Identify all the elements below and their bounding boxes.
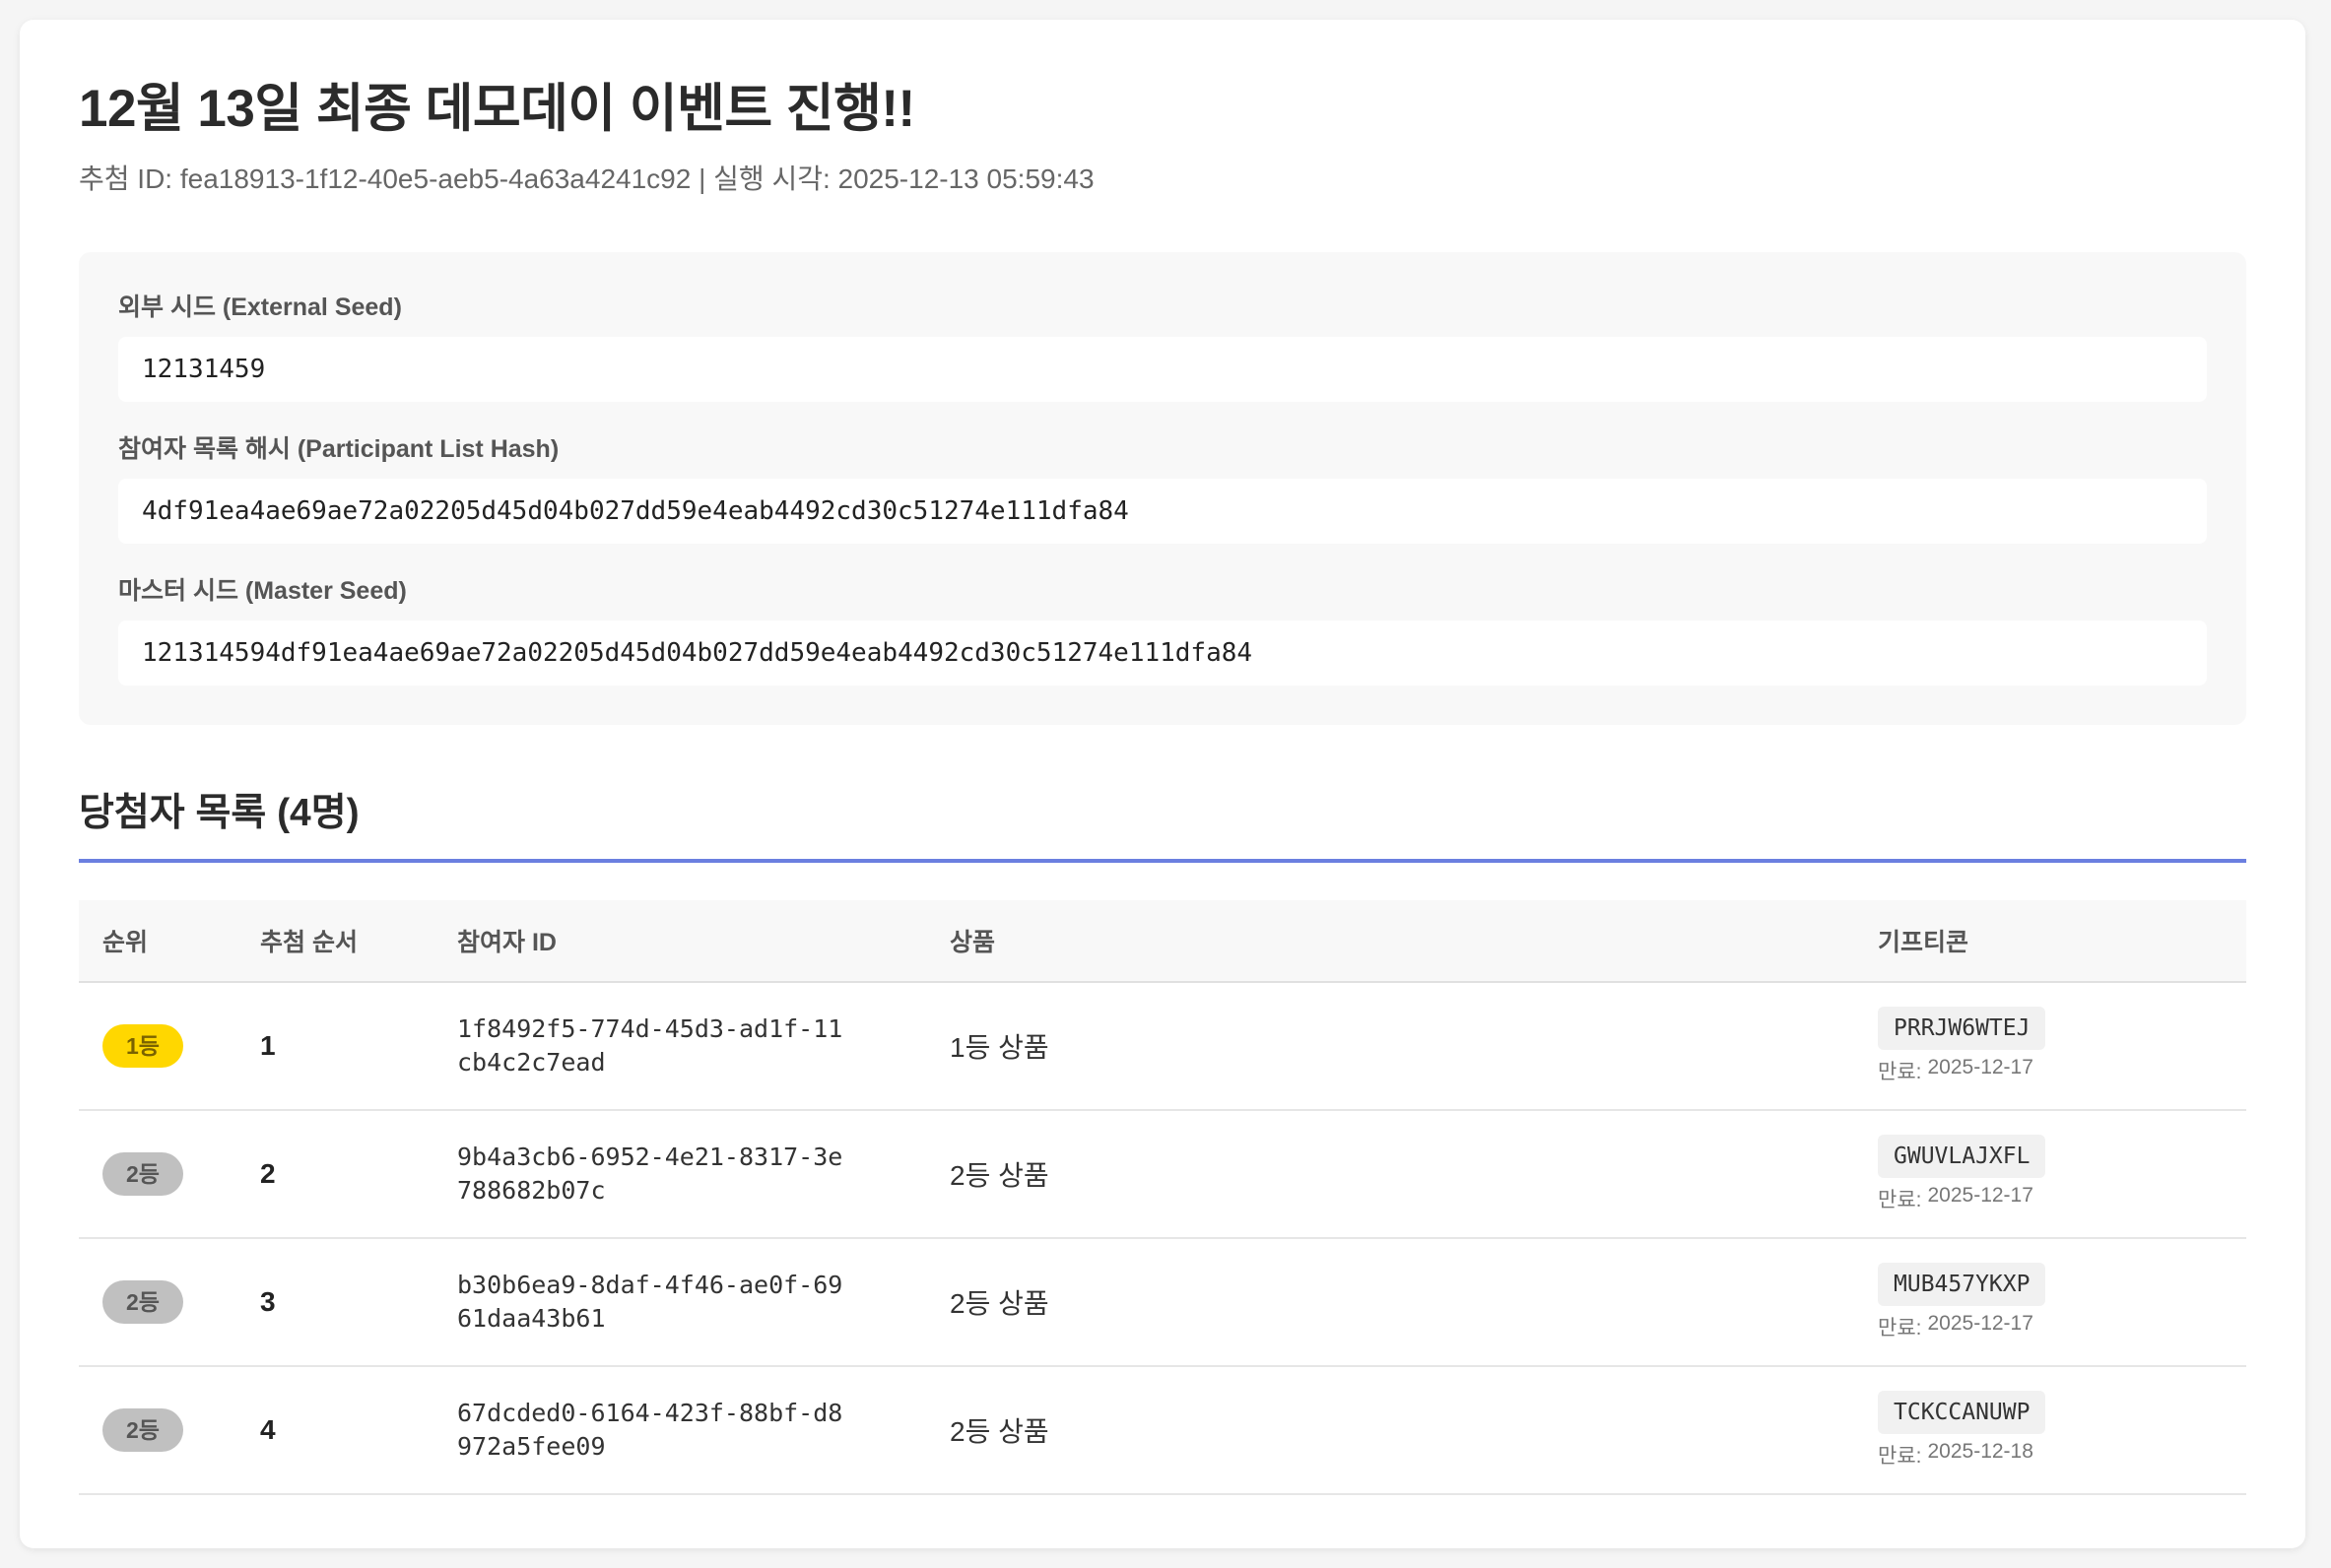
- participant-id: b30b6ea9-8daf-4f46-ae0f-6961daa43b61: [457, 1270, 843, 1333]
- prize-cell: 2등 상품: [926, 1365, 1854, 1495]
- header-order: 추첨 순서: [236, 899, 433, 983]
- rank-cell: 2등: [79, 1237, 236, 1367]
- rank-cell: 2등: [79, 1109, 236, 1239]
- gifticon-expiry: 만료: 2025-12-17: [1878, 1184, 2223, 1213]
- participant-id-cell: 9b4a3cb6-6952-4e21-8317-3e788682b07c: [433, 1109, 926, 1239]
- participant-id-cell: 67dcded0-6164-423f-88bf-d8972a5fee09: [433, 1365, 926, 1495]
- rank-badge: 2등: [102, 1279, 183, 1324]
- draw-order: 4: [260, 1413, 276, 1445]
- expiry-label: 만료:: [1878, 1188, 1922, 1211]
- rank-cell: 1등: [79, 981, 236, 1111]
- gifticon-code: MUB457YKXP: [1878, 1262, 2046, 1306]
- draw-order: 1: [260, 1029, 276, 1061]
- gifticon-cell: MUB457YKXP 만료: 2025-12-17: [1854, 1237, 2246, 1367]
- header-gifticon: 기프티콘: [1854, 899, 2246, 983]
- header-prize: 상품: [926, 899, 1854, 983]
- expiry-label: 만료:: [1878, 1060, 1922, 1083]
- gifticon-cell: PRRJW6WTEJ 만료: 2025-12-17: [1854, 981, 2246, 1111]
- page-title: 12월 13일 최종 데모데이 이벤트 진행!!: [79, 80, 915, 138]
- expiry-label: 만료:: [1878, 1316, 1922, 1339]
- gifticon-expiry: 만료: 2025-12-17: [1878, 1056, 2223, 1085]
- order-cell: 4: [236, 1365, 433, 1495]
- gifticon-cell: TCKCCANUWP 만료: 2025-12-18: [1854, 1365, 2246, 1495]
- draw-meta: 추첨 ID: fea18913-1f12-40e5-aeb5-4a63a4241…: [79, 162, 2246, 197]
- expiry-date: 2025-12-17: [1927, 1055, 2033, 1078]
- expiry-date: 2025-12-17: [1927, 1311, 2033, 1335]
- order-cell: 3: [236, 1237, 433, 1367]
- external-seed-value: 12131459: [118, 336, 2207, 402]
- prize-cell: 2등 상품: [926, 1237, 1854, 1367]
- header-participant-id: 참여자 ID: [433, 899, 926, 983]
- draw-order: 3: [260, 1285, 276, 1317]
- participant-hash-label: 참여자 목록 해시 (Participant List Hash): [118, 434, 560, 463]
- order-cell: 1: [236, 981, 433, 1111]
- table-row: 2등 2 9b4a3cb6-6952-4e21-8317-3e788682b07…: [79, 1109, 2246, 1239]
- table-row: 1등 1 1f8492f5-774d-45d3-ad1f-11cb4c2c7ea…: [79, 981, 2246, 1111]
- rank-badge: 2등: [102, 1407, 183, 1452]
- winners-title: 당첨자 목록 (4명): [79, 782, 2246, 863]
- participant-hash-value: 4df91ea4ae69ae72a02205d45d04b027dd59e4ea…: [118, 478, 2207, 544]
- draw-order: 2: [260, 1157, 276, 1189]
- seed-panel: 외부 시드 (External Seed) 12131459 참여자 목록 해시…: [79, 251, 2246, 725]
- prize-cell: 2등 상품: [926, 1109, 1854, 1239]
- external-seed-label: 외부 시드 (External Seed): [118, 293, 402, 321]
- participant-id-cell: b30b6ea9-8daf-4f46-ae0f-6961daa43b61: [433, 1237, 926, 1367]
- master-seed-label: 마스터 시드 (Master Seed): [118, 576, 407, 605]
- gifticon-expiry: 만료: 2025-12-17: [1878, 1312, 2223, 1341]
- expiry-label: 만료:: [1878, 1444, 1922, 1468]
- gifticon-code: TCKCCANUWP: [1878, 1390, 2046, 1434]
- table-row: 2등 3 b30b6ea9-8daf-4f46-ae0f-6961daa43b6…: [79, 1237, 2246, 1367]
- gifticon-cell: GWUVLAJXFL 만료: 2025-12-17: [1854, 1109, 2246, 1239]
- gifticon-code: PRRJW6WTEJ: [1878, 1006, 2046, 1050]
- header-rank: 순위: [79, 899, 236, 983]
- table-header-row: 순위 추첨 순서 참여자 ID 상품 기프티콘: [79, 899, 2246, 983]
- order-cell: 2: [236, 1109, 433, 1239]
- gifticon-code: GWUVLAJXFL: [1878, 1134, 2046, 1178]
- expiry-date: 2025-12-17: [1927, 1183, 2033, 1207]
- draw-meta-text: 추첨 ID: fea18913-1f12-40e5-aeb5-4a63a4241…: [79, 163, 1095, 195]
- rank-badge: 2등: [102, 1151, 183, 1196]
- prize-cell: 1등 상품: [926, 981, 1854, 1111]
- master-seed-value: 121314594df91ea4ae69ae72a02205d45d04b027…: [118, 620, 2207, 686]
- gifticon-expiry: 만료: 2025-12-18: [1878, 1440, 2223, 1470]
- participant-id-cell: 1f8492f5-774d-45d3-ad1f-11cb4c2c7ead: [433, 981, 926, 1111]
- participant-id: 1f8492f5-774d-45d3-ad1f-11cb4c2c7ead: [457, 1013, 843, 1077]
- winners-table: 순위 추첨 순서 참여자 ID 상품 기프티콘 1등 1 1f8492f5-77…: [79, 899, 2246, 1495]
- expiry-date: 2025-12-18: [1927, 1439, 2033, 1463]
- participant-id: 9b4a3cb6-6952-4e21-8317-3e788682b07c: [457, 1142, 843, 1205]
- draw-result-card: 12월 13일 최종 데모데이 이벤트 진행!! 추첨 ID: fea18913…: [20, 20, 2305, 1548]
- participant-id: 67dcded0-6164-423f-88bf-d8972a5fee09: [457, 1398, 843, 1461]
- rank-badge: 1등: [102, 1023, 183, 1068]
- table-row: 2등 4 67dcded0-6164-423f-88bf-d8972a5fee0…: [79, 1365, 2246, 1495]
- rank-cell: 2등: [79, 1365, 236, 1495]
